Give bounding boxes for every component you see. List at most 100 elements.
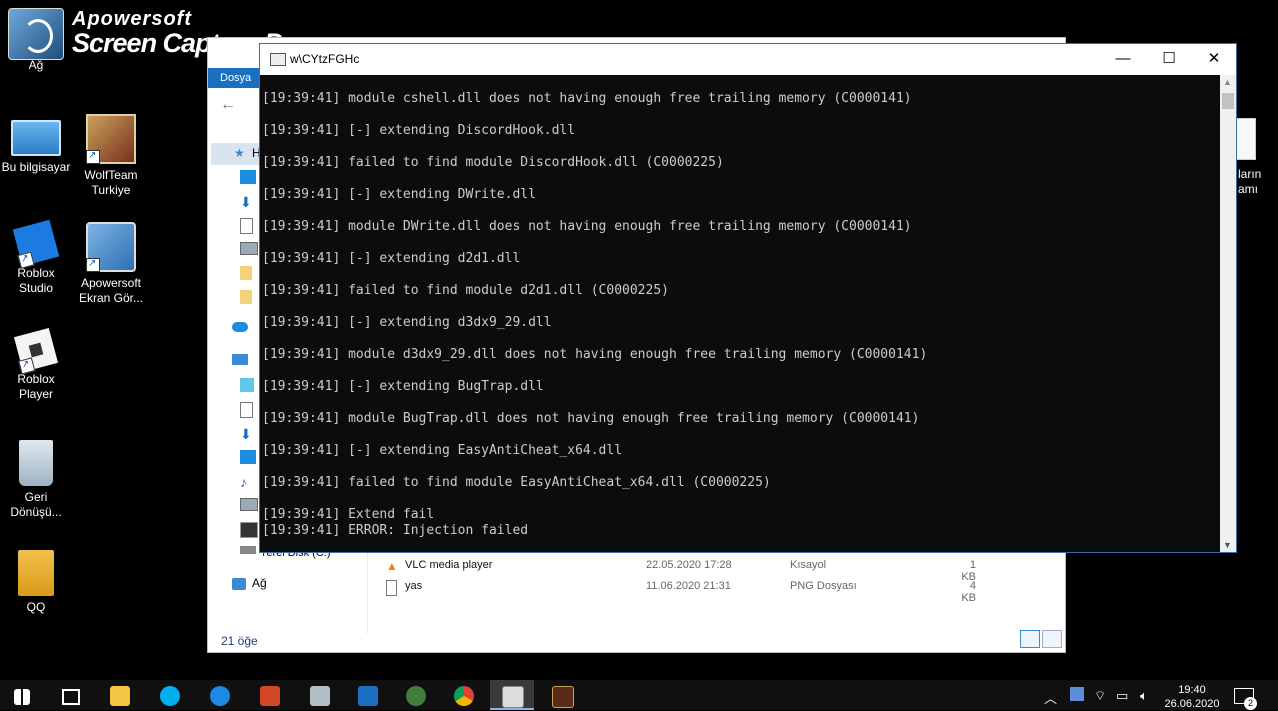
- desktop-icon-wolfteam[interactable]: WolfTeam Turkiye: [74, 114, 148, 198]
- desktop-icon-roblox-studio[interactable]: Roblox Studio: [0, 219, 73, 296]
- battery-icon[interactable]: ▭: [1116, 688, 1128, 704]
- tray-app-icon[interactable]: [1070, 687, 1084, 701]
- videos-icon[interactable]: [240, 522, 258, 538]
- taskbar-wolfteam[interactable]: [540, 680, 584, 710]
- volume-icon[interactable]: 🔈︎: [1140, 688, 1148, 704]
- console-line: [19:39:41] failed to find module EasyAnt…: [262, 475, 771, 490]
- taskbar-edge[interactable]: [198, 680, 242, 710]
- folder-icon[interactable]: [240, 290, 252, 304]
- desktop-icon-recycle-bin[interactable]: Geri Dönüşü...: [0, 440, 73, 520]
- folder-icon[interactable]: [240, 266, 252, 280]
- taskbar-skype[interactable]: [148, 680, 192, 710]
- console-line: [19:39:41] failed to find module Discord…: [262, 155, 724, 170]
- task-view-icon: [62, 689, 80, 705]
- console-app-icon: [270, 53, 286, 66]
- music-note-icon[interactable]: ♪: [240, 474, 256, 490]
- maximize-button[interactable]: ☐: [1146, 44, 1192, 74]
- chrome-icon: [454, 686, 474, 706]
- console-title-bar[interactable]: w\CYtzFGHc — ☐ ✕: [260, 44, 1236, 75]
- console-line: [19:39:41] [-] extending d2d1.dll: [262, 251, 521, 266]
- taskbar-clock[interactable]: 19:40 26.06.2020: [1160, 683, 1224, 711]
- skype-icon: [160, 686, 180, 706]
- download-arrow-icon[interactable]: ⬇: [240, 426, 256, 442]
- shortcut-arrow-icon: [86, 148, 100, 164]
- scroll-up-arrow-icon[interactable]: ▲: [1223, 77, 1232, 87]
- file-date: 11.06.2020 21:31: [646, 580, 731, 592]
- documents-icon[interactable]: [240, 218, 253, 234]
- file-row[interactable]: ▲ VLC media player 22.05.2020 17:28 Kısa…: [386, 556, 1026, 583]
- desktop-icon-roblox-player[interactable]: Roblox Player: [0, 327, 73, 402]
- show-hidden-icons-chevron-icon[interactable]: ︿: [1044, 688, 1057, 707]
- onedrive-cloud-icon[interactable]: [232, 322, 248, 332]
- console-output[interactable]: [19:39:41] module cshell.dll does not ha…: [260, 75, 1220, 552]
- nav-divider: [367, 548, 368, 634]
- taskbar: ︿ ⌔ ▭ 🔈︎: [0, 680, 1278, 710]
- edge-icon: [210, 686, 230, 706]
- taskbar-file-explorer[interactable]: [98, 680, 142, 710]
- console-line: [19:39:41] [-] extending BugTrap.dll: [262, 379, 544, 394]
- desktop-icon-network[interactable]: Ağ: [0, 58, 73, 73]
- apowersoft-icon: [86, 222, 136, 272]
- desktop-icon-label: WolfTeam Turkiye: [84, 168, 138, 197]
- status-item-count: 21 öğe: [221, 634, 258, 648]
- console-window[interactable]: w\CYtzFGHc — ☐ ✕ [19:39:41] module cshel…: [259, 43, 1237, 553]
- file-type: Kısayol: [790, 559, 827, 571]
- desktop-icon-label: Ağ: [28, 58, 44, 72]
- computer-icon: [11, 120, 61, 156]
- png-file-icon: [386, 580, 397, 596]
- wolfteam-icon: [552, 686, 574, 708]
- desktop-icon-apowersoft[interactable]: Apowersoft Ekran Gör...: [74, 222, 148, 306]
- scrollbar-thumb[interactable]: [1222, 93, 1234, 109]
- taskbar-mail[interactable]: [346, 680, 390, 710]
- desktop-folder-icon[interactable]: [240, 450, 256, 464]
- console-scrollbar[interactable]: ▲ ▼: [1220, 75, 1236, 552]
- desktop-icon-qq[interactable]: QQ: [0, 550, 73, 615]
- desktop-icon-label: QQ: [26, 600, 46, 614]
- desktop-icon-label: Apowersoft Ekran Gör...: [78, 276, 144, 305]
- taskbar-console-window[interactable]: [490, 680, 534, 710]
- folder-icon: [110, 686, 130, 706]
- minimize-button[interactable]: —: [1100, 44, 1146, 74]
- windows-logo-icon: [14, 689, 30, 705]
- console-title: w\CYtzFGHc: [290, 52, 360, 66]
- start-button[interactable]: [0, 680, 44, 710]
- desktop-icon-this-pc[interactable]: Bu bilgisayar: [0, 112, 73, 175]
- 3d-objects-icon[interactable]: [240, 378, 254, 392]
- scroll-down-arrow-icon[interactable]: ▼: [1223, 540, 1232, 550]
- file-name: VLC media player: [405, 559, 493, 571]
- file-row[interactable]: yas 11.06.2020 21:31 PNG Dosyası 4 KB: [386, 577, 1026, 604]
- console-line: [19:39:41] module cshell.dll does not ha…: [262, 91, 912, 106]
- details-view-button[interactable]: [1020, 630, 1040, 648]
- game-launcher-icon: [406, 686, 426, 706]
- nav-network[interactable]: Ağ: [252, 576, 267, 590]
- this-pc-icon[interactable]: [232, 354, 248, 365]
- taskbar-network-tool[interactable]: [298, 680, 342, 710]
- desktop-icon-label: Bu bilgisayar: [1, 160, 71, 174]
- file-name: yas: [405, 580, 423, 592]
- qq-folder-icon: [18, 550, 54, 596]
- taskbar-game-launcher[interactable]: [394, 680, 438, 710]
- network-icon[interactable]: [232, 578, 246, 590]
- large-icons-view-button[interactable]: [1042, 630, 1062, 648]
- taskbar-chrome[interactable]: [442, 680, 486, 710]
- local-disk-icon[interactable]: [240, 546, 256, 554]
- clock-date: 26.06.2020: [1164, 698, 1220, 710]
- documents-icon[interactable]: [240, 402, 253, 418]
- wolfteam-icon: [86, 114, 136, 164]
- desktop-folder-icon[interactable]: [240, 170, 256, 184]
- desktop-icon-label: Roblox Studio: [17, 266, 55, 295]
- pictures-icon[interactable]: [240, 498, 258, 511]
- console-line: [19:39:41] module d3dx9_29.dll does not …: [262, 347, 928, 362]
- back-arrow-icon[interactable]: ←: [220, 96, 236, 114]
- console-line: [19:39:41] Extend fail: [262, 507, 435, 522]
- shortcut-arrow-icon: [86, 256, 100, 272]
- taskbar-powerpoint[interactable]: [248, 680, 292, 710]
- network-tool-icon: [310, 686, 330, 706]
- close-button[interactable]: ✕: [1191, 44, 1237, 74]
- pictures-icon[interactable]: [240, 242, 258, 255]
- star-icon: ★: [234, 146, 245, 160]
- download-arrow-icon[interactable]: ⬇: [240, 194, 256, 210]
- file-type: PNG Dosyası: [790, 580, 857, 592]
- wifi-icon[interactable]: ⌔: [1094, 688, 1106, 704]
- task-view-button[interactable]: [48, 680, 92, 710]
